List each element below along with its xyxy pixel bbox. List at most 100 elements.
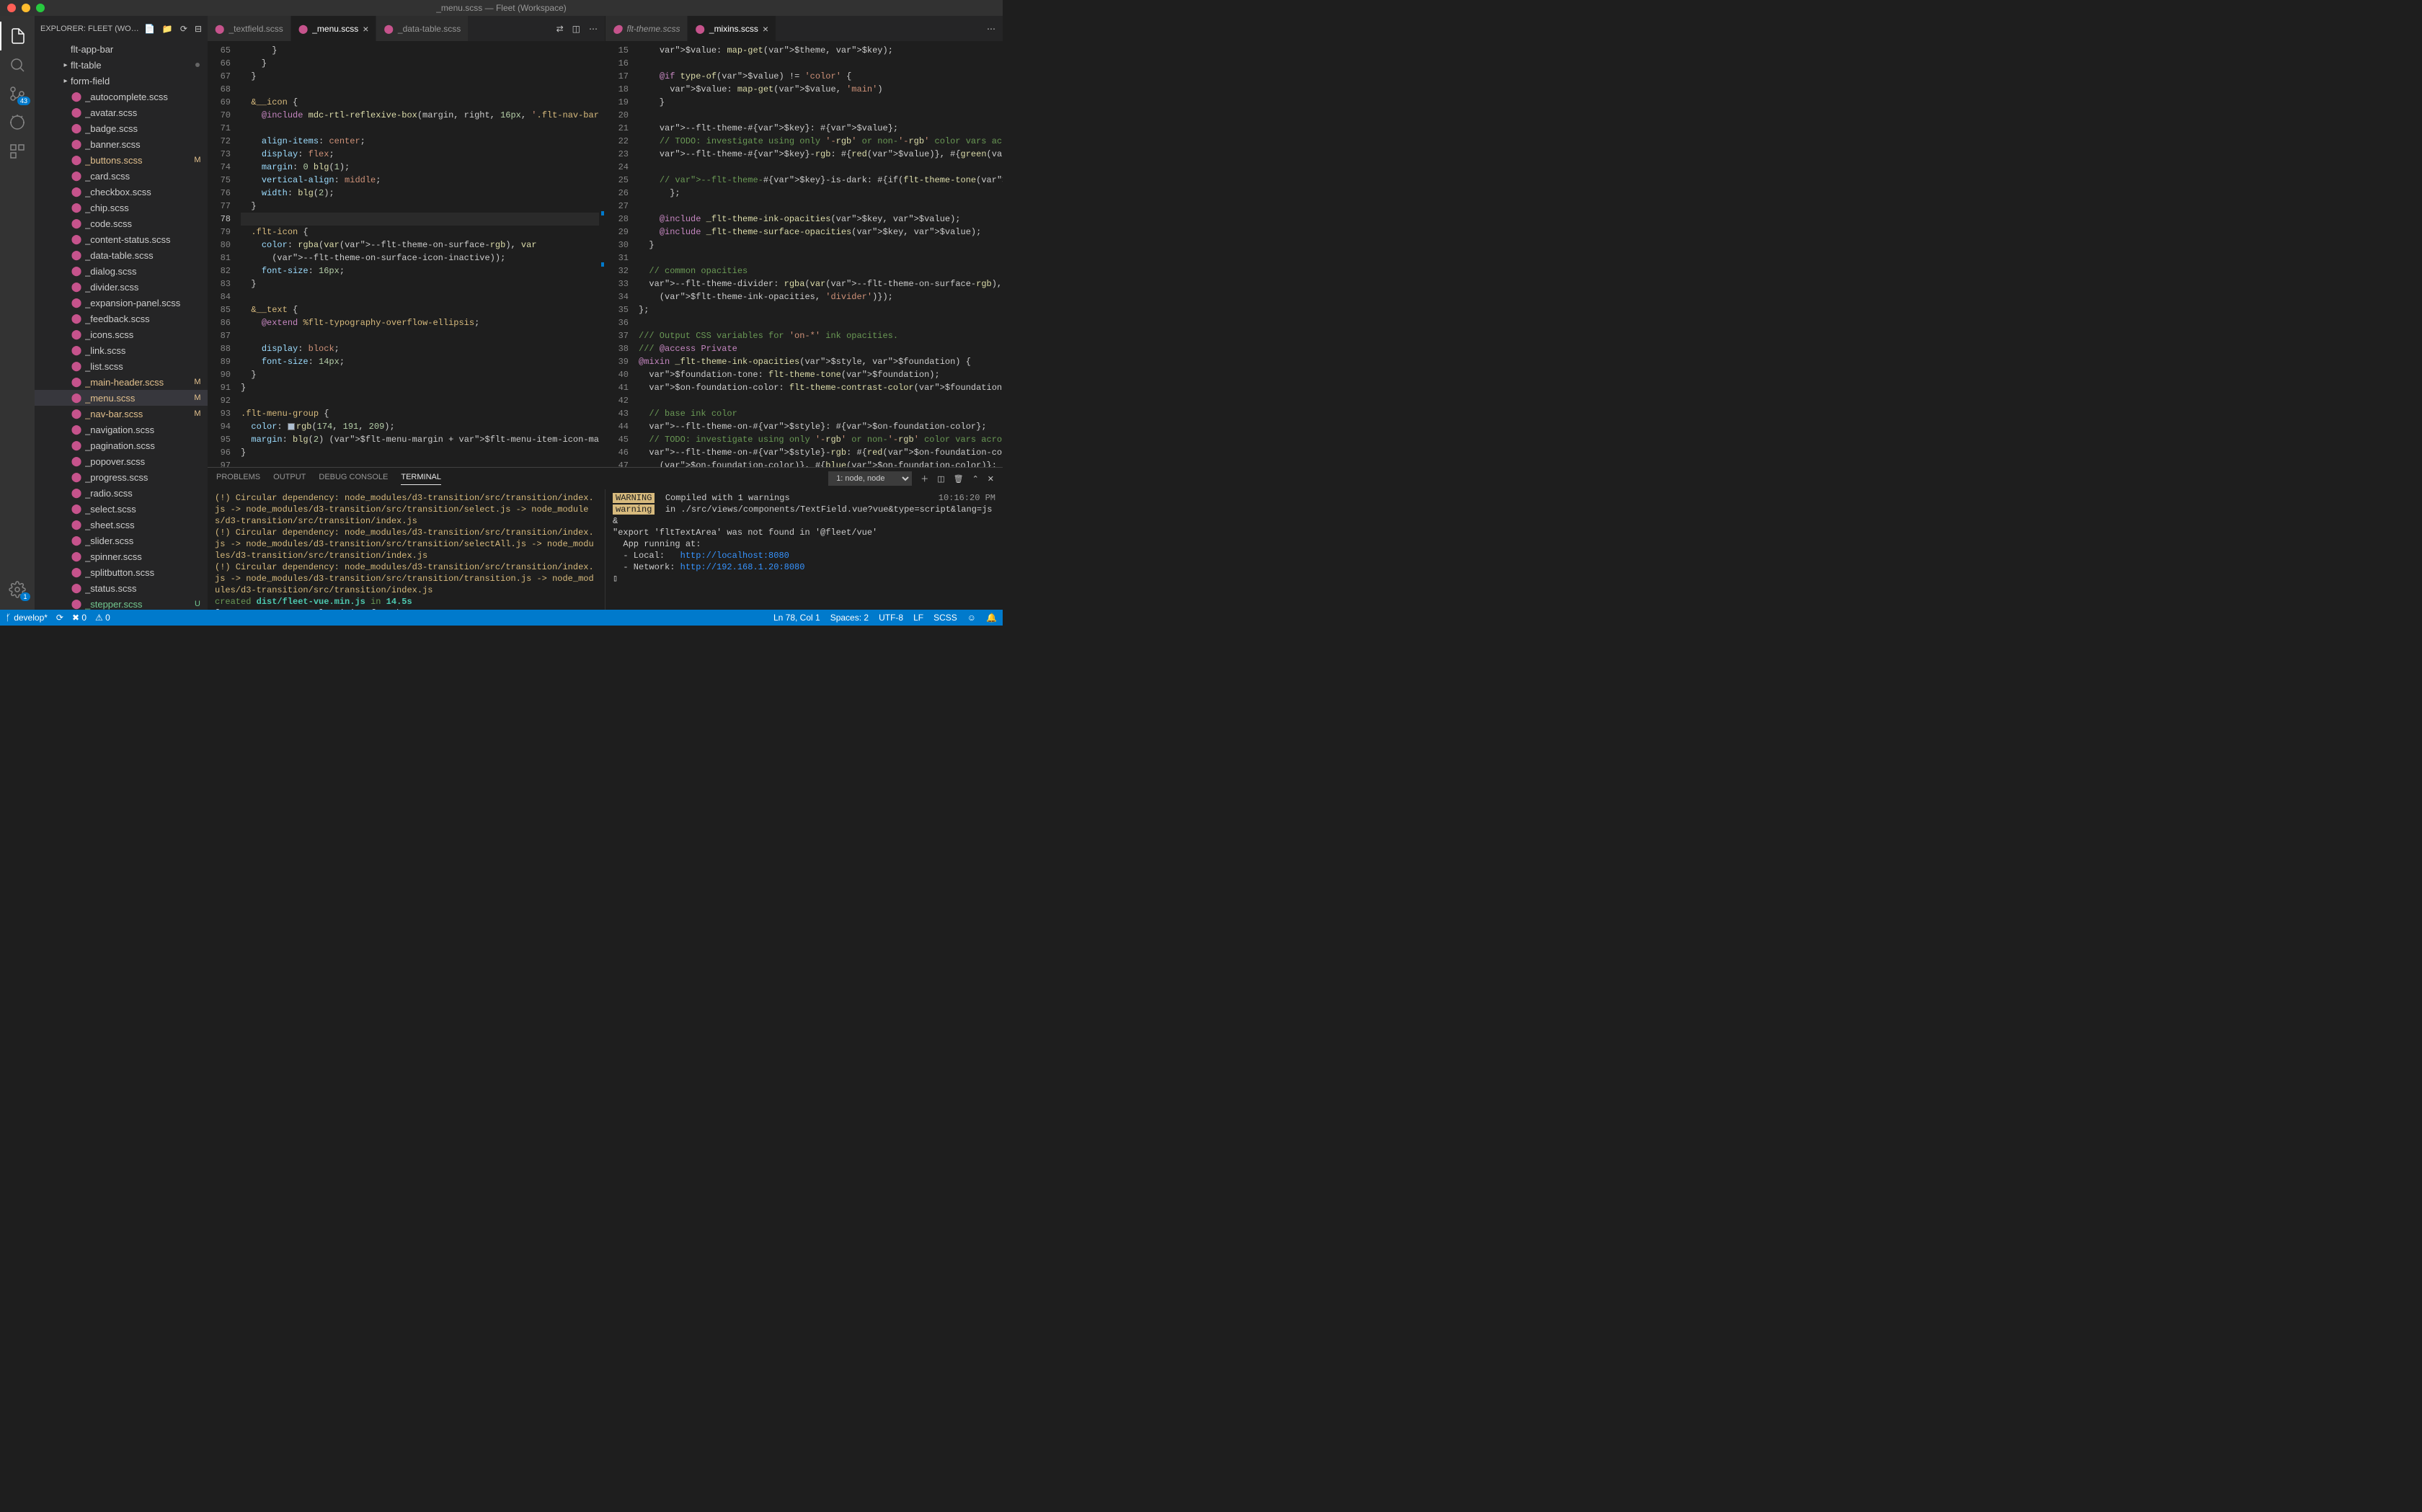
code-left[interactable]: } } } &__icon { @include mdc-rtl-reflexi… xyxy=(241,41,599,467)
file-item[interactable]: ⬤_pagination.scss xyxy=(35,437,208,453)
scss-file-icon: ⬤ xyxy=(71,519,82,530)
scss-file-icon: ⬤ xyxy=(71,551,82,562)
errors-count[interactable]: ✖ 0 xyxy=(72,613,86,623)
source-control-icon[interactable]: 43 xyxy=(0,79,35,108)
file-item[interactable]: ⬤_stepper.scssU xyxy=(35,596,208,610)
scss-file-icon: ⬤ xyxy=(71,234,82,245)
language-mode[interactable]: SCSS xyxy=(933,613,957,623)
new-terminal-icon[interactable]: ＋ xyxy=(921,473,928,484)
code-right[interactable]: var">$value: map-get(var">$theme, var">$… xyxy=(639,41,1003,467)
file-item[interactable]: ⬤_banner.scss xyxy=(35,136,208,152)
file-item[interactable]: ⬤_icons.scss xyxy=(35,326,208,342)
cursor-position[interactable]: Ln 78, Col 1 xyxy=(773,613,820,623)
panel-tab-problems[interactable]: PROBLEMS xyxy=(216,473,260,485)
file-item[interactable]: ⬤_dialog.scss xyxy=(35,263,208,279)
scss-file-icon: ⬤ xyxy=(71,471,82,483)
scss-file-icon: ⬤ xyxy=(71,313,82,324)
close-tab-icon[interactable]: × xyxy=(363,23,368,35)
split-terminal-icon[interactable]: ◫ xyxy=(937,474,944,484)
file-item[interactable]: ⬤_expansion-panel.scss xyxy=(35,295,208,311)
explorer-icon[interactable] xyxy=(0,22,35,50)
editor-tab[interactable]: ⬤_mixins.scss× xyxy=(688,16,776,41)
close-panel-icon[interactable]: ✕ xyxy=(988,474,994,484)
scss-file-icon: ⬤ xyxy=(71,487,82,499)
file-item[interactable]: ⬤_buttons.scssM xyxy=(35,152,208,168)
file-item[interactable]: ⬤_checkbox.scss xyxy=(35,184,208,200)
notifications-icon[interactable]: 🔔 xyxy=(986,613,997,623)
file-item[interactable]: ⬤_avatar.scss xyxy=(35,104,208,120)
file-item[interactable]: ⬤_select.scss xyxy=(35,501,208,517)
file-item[interactable]: ⬤_main-header.scssM xyxy=(35,374,208,390)
panel-tab-output[interactable]: OUTPUT xyxy=(273,473,306,485)
editor-tab[interactable]: ⬤_data-table.scss xyxy=(376,16,469,41)
editor-body-right[interactable]: 1516171819202122232425262728293031323334… xyxy=(606,41,1003,467)
file-item[interactable]: ⬤_feedback.scss xyxy=(35,311,208,326)
editor-body-left[interactable]: 6566676869707172737475767778798081828384… xyxy=(208,41,605,467)
encoding[interactable]: UTF-8 xyxy=(879,613,903,623)
tabs-bar-left: ⬤_textfield.scss⬤_menu.scss×⬤_data-table… xyxy=(208,16,605,41)
more-icon[interactable]: ⋯ xyxy=(589,24,598,34)
file-item[interactable]: ⬤_status.scss xyxy=(35,580,208,596)
editor-tab[interactable]: ⬤flt-theme.scss xyxy=(606,16,688,41)
file-item[interactable]: ⬤_nav-bar.scssM xyxy=(35,406,208,422)
file-item[interactable]: ⬤_autocomplete.scss xyxy=(35,89,208,104)
scss-file-icon: ⬤ xyxy=(71,281,82,293)
feedback-icon[interactable]: ☺ xyxy=(967,613,976,623)
settings-icon[interactable]: 1 xyxy=(0,575,35,604)
editor-tab[interactable]: ⬤_menu.scss× xyxy=(291,16,377,41)
terminal-selector[interactable]: 1: node, node xyxy=(828,471,912,486)
file-item[interactable]: ⬤_sheet.scss xyxy=(35,517,208,533)
editor-tab[interactable]: ⬤_textfield.scss xyxy=(208,16,291,41)
file-item[interactable]: ⬤_navigation.scss xyxy=(35,422,208,437)
git-branch[interactable]: ᚶ develop* xyxy=(6,613,48,623)
file-item[interactable]: ⬤_popover.scss xyxy=(35,453,208,469)
minimap-left[interactable] xyxy=(599,41,605,467)
sync-button[interactable]: ⟳ xyxy=(56,613,63,623)
refresh-icon[interactable]: ⟳ xyxy=(180,24,187,34)
search-icon[interactable] xyxy=(0,50,35,79)
maximize-window-button[interactable] xyxy=(36,4,45,12)
panel-tab-terminal[interactable]: TERMINAL xyxy=(401,473,441,485)
compare-icon[interactable]: ⇄ xyxy=(556,24,564,34)
file-item[interactable]: ⬤_card.scss xyxy=(35,168,208,184)
indentation[interactable]: Spaces: 2 xyxy=(830,613,869,623)
scss-file-icon: ⬤ xyxy=(71,566,82,578)
file-item[interactable]: ⬤_menu.scssM xyxy=(35,390,208,406)
folder-item[interactable]: flt-app-bar xyxy=(35,41,208,57)
file-item[interactable]: ⬤_spinner.scss xyxy=(35,548,208,564)
extensions-icon[interactable] xyxy=(0,137,35,166)
file-item[interactable]: ⬤_radio.scss xyxy=(35,485,208,501)
file-item[interactable]: ⬤_progress.scss xyxy=(35,469,208,485)
close-window-button[interactable] xyxy=(7,4,16,12)
terminal-left[interactable]: (!) Circular dependency: node_modules/d3… xyxy=(208,489,606,610)
scss-file-icon: ⬤ xyxy=(71,360,82,372)
more-icon[interactable]: ⋯ xyxy=(987,24,995,34)
close-tab-icon[interactable]: × xyxy=(763,23,768,35)
scss-file-icon: ⬤ xyxy=(71,297,82,308)
collapse-icon[interactable]: ⊟ xyxy=(195,24,202,34)
file-tree[interactable]: flt-app-bar▸flt-table▸form-field⬤_autoco… xyxy=(35,41,208,610)
terminal-right[interactable]: WARNING Compiled with 1 warnings10:16:20… xyxy=(606,489,1003,610)
eol[interactable]: LF xyxy=(913,613,923,623)
trash-icon[interactable]: 🗑 xyxy=(954,474,964,484)
new-folder-icon[interactable]: 📁 xyxy=(162,24,173,34)
warnings-count[interactable]: ⚠ 0 xyxy=(95,613,110,623)
file-item[interactable]: ⬤_data-table.scss xyxy=(35,247,208,263)
split-editor-icon[interactable]: ◫ xyxy=(572,24,580,34)
folder-item[interactable]: ▸flt-table xyxy=(35,57,208,73)
maximize-panel-icon[interactable]: ⌃ xyxy=(972,474,979,484)
debug-icon[interactable] xyxy=(0,108,35,137)
file-item[interactable]: ⬤_splitbutton.scss xyxy=(35,564,208,580)
file-item[interactable]: ⬤_link.scss xyxy=(35,342,208,358)
new-file-icon[interactable]: 📄 xyxy=(144,24,155,34)
file-item[interactable]: ⬤_badge.scss xyxy=(35,120,208,136)
minimize-window-button[interactable] xyxy=(22,4,30,12)
file-item[interactable]: ⬤_code.scss xyxy=(35,215,208,231)
folder-item[interactable]: ▸form-field xyxy=(35,73,208,89)
file-item[interactable]: ⬤_content-status.scss xyxy=(35,231,208,247)
file-item[interactable]: ⬤_list.scss xyxy=(35,358,208,374)
file-item[interactable]: ⬤_divider.scss xyxy=(35,279,208,295)
panel-tab-debug-console[interactable]: DEBUG CONSOLE xyxy=(319,473,388,485)
file-item[interactable]: ⬤_slider.scss xyxy=(35,533,208,548)
file-item[interactable]: ⬤_chip.scss xyxy=(35,200,208,215)
